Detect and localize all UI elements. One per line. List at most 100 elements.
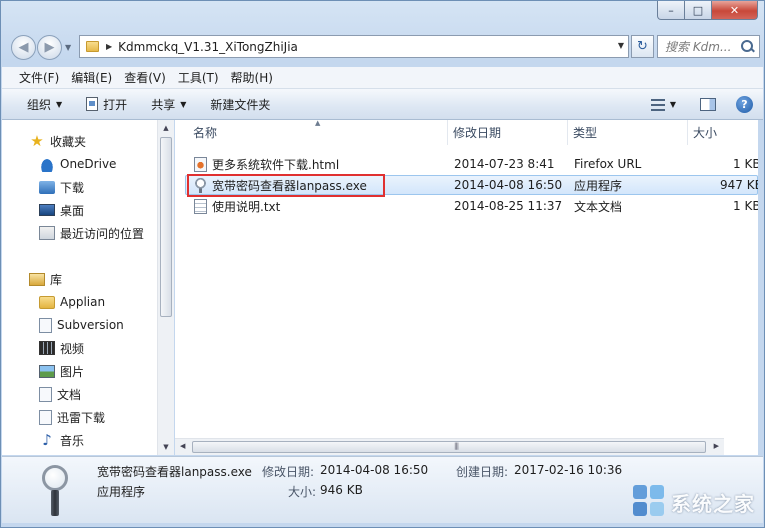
nav-item-libraries[interactable]: 库 bbox=[29, 268, 62, 290]
preview-pane-icon[interactable] bbox=[700, 98, 716, 111]
organize-button[interactable]: 组织 ▼ bbox=[27, 96, 62, 113]
file-row[interactable]: 更多系统软件下载.html 2014-07-23 8:41 Firefox UR… bbox=[185, 154, 758, 174]
nav-item-recent[interactable]: 最近访问的位置 bbox=[39, 222, 144, 244]
file-row[interactable]: 使用说明.txt 2014-08-25 11:37 文本文档 1 KB bbox=[185, 196, 758, 216]
menu-edit[interactable]: 编辑(E) bbox=[65, 69, 118, 86]
menu-help[interactable]: 帮助(H) bbox=[225, 69, 279, 86]
magnifier-handle bbox=[51, 490, 59, 516]
file-list: ▲ 名称 修改日期 类型 大小 更多系统软件下载.html 2014-07-23… bbox=[175, 120, 758, 455]
menu-tools[interactable]: 工具(T) bbox=[172, 69, 225, 86]
open-icon bbox=[86, 97, 99, 111]
caption-buttons: – □ ✕ bbox=[657, 1, 758, 20]
nav-label: 图片 bbox=[60, 364, 85, 379]
search-placeholder: 搜索 Kdm... bbox=[665, 40, 732, 54]
scroll-down-icon[interactable]: ▼ bbox=[158, 443, 174, 451]
nav-item-pictures[interactable]: 图片 bbox=[39, 360, 84, 382]
maximize-button[interactable]: □ bbox=[685, 1, 712, 20]
nav-item-xunlei[interactable]: 迅雷下载 bbox=[39, 406, 105, 428]
file-name-cell: 使用说明.txt bbox=[194, 196, 280, 216]
details-file-type: 应用程序 bbox=[97, 485, 146, 499]
menu-view[interactable]: 查看(V) bbox=[118, 69, 172, 86]
nav-label: OneDrive bbox=[60, 157, 117, 171]
file-name: 更多系统软件下载.html bbox=[212, 157, 340, 172]
nav-item-documents[interactable]: 文档 bbox=[39, 383, 81, 405]
picture-icon bbox=[39, 364, 55, 378]
details-pane: 宽带密码查看器lanpass.exe 应用程序 修改日期: 2014-04-08… bbox=[2, 456, 763, 523]
nav-scrollbar[interactable]: ▲ ▼ bbox=[157, 120, 174, 455]
library-document-icon bbox=[39, 317, 52, 333]
column-header-name[interactable]: 名称 bbox=[188, 120, 448, 145]
recent-places-icon bbox=[39, 226, 55, 240]
new-folder-button[interactable]: 新建文件夹 bbox=[210, 96, 270, 113]
column-header-size[interactable]: 大小 bbox=[688, 120, 758, 145]
file-size: 1 KB bbox=[733, 199, 758, 213]
organize-label: 组织 bbox=[27, 97, 52, 112]
chevron-down-icon[interactable]: ▼ bbox=[670, 100, 676, 109]
share-label: 共享 bbox=[151, 97, 176, 112]
details-modified-label: 修改日期: bbox=[262, 465, 315, 479]
view-options-icon[interactable] bbox=[650, 98, 665, 111]
refresh-button[interactable]: ↻ bbox=[631, 35, 654, 58]
nav-label: 迅雷下载 bbox=[57, 410, 106, 425]
details-created-label: 创建日期: bbox=[456, 465, 509, 479]
nav-item-desktop[interactable]: 桌面 bbox=[39, 199, 84, 221]
navigation-pane: ★ 收藏夹 OneDrive 下载 桌面 最近访问的位置 库 Applian Su… bbox=[2, 120, 174, 455]
cloud-icon bbox=[39, 156, 55, 172]
address-path[interactable]: Kdmmckq_V1.31_XiTongZhiJia bbox=[118, 40, 298, 54]
search-input[interactable]: 搜索 Kdm... bbox=[657, 35, 760, 58]
nav-item-applian[interactable]: Applian bbox=[39, 291, 105, 313]
scroll-left-icon[interactable]: ◀ bbox=[180, 442, 185, 450]
nav-label: 音乐 bbox=[60, 433, 85, 448]
file-type: 应用程序 bbox=[574, 178, 623, 193]
scroll-right-icon[interactable]: ▶ bbox=[714, 442, 719, 450]
video-icon bbox=[39, 341, 55, 355]
nav-item-videos[interactable]: 视频 bbox=[39, 337, 84, 359]
details-file-name: 宽带密码查看器lanpass.exe bbox=[97, 465, 252, 479]
close-button[interactable]: ✕ bbox=[712, 1, 758, 20]
address-bar[interactable]: ▶ Kdmmckq_V1.31_XiTongZhiJia ▼ bbox=[79, 35, 629, 58]
recent-pages-dropdown-icon[interactable]: ▼ bbox=[65, 43, 71, 52]
document-icon bbox=[39, 386, 52, 402]
refresh-icon: ↻ bbox=[637, 39, 648, 54]
nav-item-onedrive[interactable]: OneDrive bbox=[39, 153, 116, 175]
breadcrumb-arrow-icon[interactable]: ▶ bbox=[106, 42, 112, 51]
nav-label: 下载 bbox=[60, 180, 85, 195]
file-name: 使用说明.txt bbox=[212, 199, 281, 214]
share-button[interactable]: 共享 ▼ bbox=[151, 96, 186, 113]
command-bar: 组织 ▼ 打开 共享 ▼ 新建文件夹 ▼ ? bbox=[2, 89, 763, 120]
address-dropdown-icon[interactable]: ▼ bbox=[618, 41, 624, 50]
nav-item-subversion[interactable]: Subversion bbox=[39, 314, 124, 336]
back-button[interactable]: ◀ bbox=[11, 35, 36, 60]
site-watermark: 系统之家 bbox=[633, 485, 755, 519]
forward-button[interactable]: ▶ bbox=[37, 35, 62, 60]
chevron-down-icon: ▼ bbox=[180, 99, 187, 109]
nav-label: 最近访问的位置 bbox=[60, 226, 145, 241]
help-icon[interactable]: ? bbox=[736, 96, 753, 113]
file-list-hscrollbar[interactable]: ◀ ||| ▶ bbox=[175, 438, 724, 455]
text-file-icon bbox=[194, 198, 207, 214]
nav-item-downloads[interactable]: 下载 bbox=[39, 176, 84, 198]
search-icon[interactable] bbox=[741, 39, 755, 54]
file-type: 文本文档 bbox=[574, 199, 623, 214]
library-document-icon bbox=[39, 409, 52, 425]
nav-item-music[interactable]: ♪ 音乐 bbox=[39, 429, 84, 451]
nav-label: 视频 bbox=[60, 341, 85, 356]
download-folder-icon bbox=[39, 180, 55, 194]
menu-file[interactable]: 文件(F) bbox=[2, 69, 65, 86]
column-header-modified[interactable]: 修改日期 bbox=[448, 120, 568, 145]
address-row: ◀ ▶ ▼ ▶ Kdmmckq_V1.31_XiTongZhiJia ▼ ↻ 搜… bbox=[9, 33, 760, 60]
nav-label: 库 bbox=[50, 272, 63, 287]
minimize-button[interactable]: – bbox=[657, 1, 685, 20]
toolbar-right: ▼ ? bbox=[650, 96, 753, 113]
open-button[interactable]: 打开 bbox=[86, 96, 127, 113]
grip-icon: ||| bbox=[454, 442, 459, 450]
scroll-up-icon[interactable]: ▲ bbox=[158, 124, 174, 132]
details-size-label: 大小: bbox=[288, 485, 317, 499]
hscroll-thumb[interactable] bbox=[192, 441, 706, 453]
nav-label: 收藏夹 bbox=[50, 134, 87, 149]
nav-item-favorites[interactable]: ★ 收藏夹 bbox=[29, 130, 86, 152]
nav-label: Applian bbox=[60, 295, 106, 309]
open-label: 打开 bbox=[103, 97, 128, 112]
nav-scroll-thumb[interactable] bbox=[160, 137, 172, 317]
column-header-type[interactable]: 类型 bbox=[568, 120, 688, 145]
